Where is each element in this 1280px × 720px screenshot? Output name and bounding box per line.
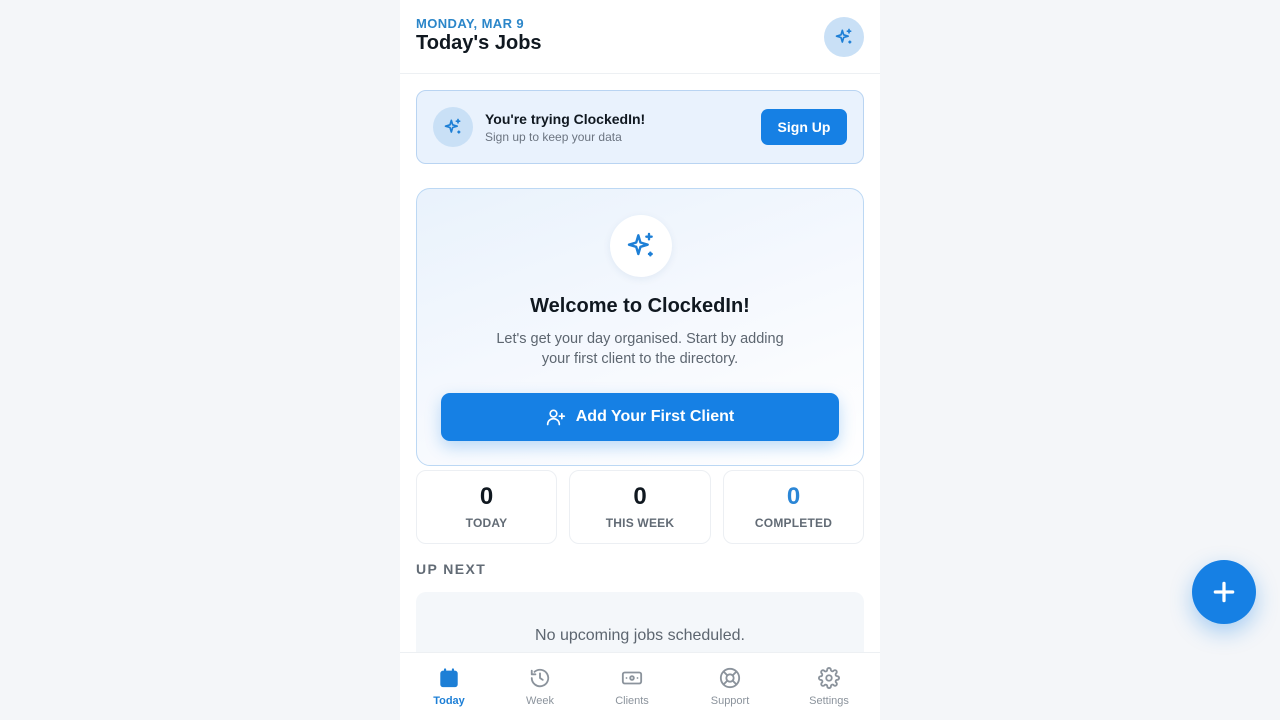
sparkles-icon: [627, 232, 653, 257]
up-next-heading: UP NEXT: [416, 561, 487, 577]
sparkles-icon: [444, 118, 461, 134]
sparkles-button[interactable]: [824, 17, 864, 57]
stat-value: 0: [633, 483, 647, 510]
stat-label: THIS WEEK: [605, 516, 675, 530]
banknote-icon: [620, 666, 644, 690]
sign-up-button[interactable]: Sign Up: [761, 109, 847, 145]
trial-subtitle: Sign up to keep your data: [485, 130, 622, 144]
nav-item-today[interactable]: Today: [409, 653, 489, 720]
header: MONDAY, MAR 9 Today's Jobs: [400, 0, 880, 74]
welcome-card: Welcome to ClockedIn! Let's get your day…: [416, 188, 864, 466]
app-shell: MONDAY, MAR 9 Today's Jobs You're trying…: [400, 0, 880, 720]
gear-icon: [817, 666, 841, 690]
nav-item-settings[interactable]: Settings: [789, 653, 869, 720]
history-icon: [528, 666, 552, 690]
sparkles-icon: [835, 28, 852, 44]
welcome-description: Let's get your day organised. Start by a…: [496, 331, 784, 367]
trial-title: You're trying ClockedIn!: [485, 111, 646, 127]
nav-item-clients[interactable]: Clients: [592, 653, 672, 720]
nav-item-week[interactable]: Week: [500, 653, 580, 720]
trial-banner: You're trying ClockedIn! Sign up to keep…: [416, 90, 864, 164]
user-plus-icon: [546, 409, 565, 426]
empty-state-text: No upcoming jobs scheduled.: [535, 627, 745, 644]
nav-label-week: Week: [526, 695, 554, 707]
lifebuoy-icon: [718, 666, 742, 690]
add-first-client-label: Add Your First Client: [575, 408, 735, 425]
stat-completed: 0 COMPLETED: [723, 470, 864, 544]
nav-label-today: Today: [433, 695, 465, 707]
stat-today: 0 TODAY: [416, 470, 557, 544]
add-first-client-button[interactable]: Add Your First Client: [441, 393, 839, 441]
stat-value: 0: [479, 483, 494, 510]
add-job-fab[interactable]: [1192, 560, 1256, 624]
nav-label-settings: Settings: [809, 695, 849, 707]
welcome-title: Welcome to ClockedIn!: [530, 295, 750, 317]
nav-label-clients: Clients: [615, 695, 649, 707]
nav-label-support: Support: [710, 695, 750, 707]
calendar-icon: [437, 666, 461, 690]
page-title: Today's Jobs: [416, 32, 542, 54]
plus-icon: [1213, 581, 1235, 603]
welcome-icon-wrap: [610, 215, 672, 277]
stat-label: TODAY: [465, 516, 508, 530]
stat-label: COMPLETED: [754, 516, 833, 530]
header-date: MONDAY, MAR 9: [416, 16, 525, 31]
stat-this-week: 0 THIS WEEK: [569, 470, 711, 544]
bottom-nav: Today Week Clients Support Settings: [400, 652, 880, 720]
stat-value: 0: [786, 483, 801, 510]
trial-icon-wrap: [433, 107, 473, 147]
nav-item-support[interactable]: Support: [690, 653, 770, 720]
